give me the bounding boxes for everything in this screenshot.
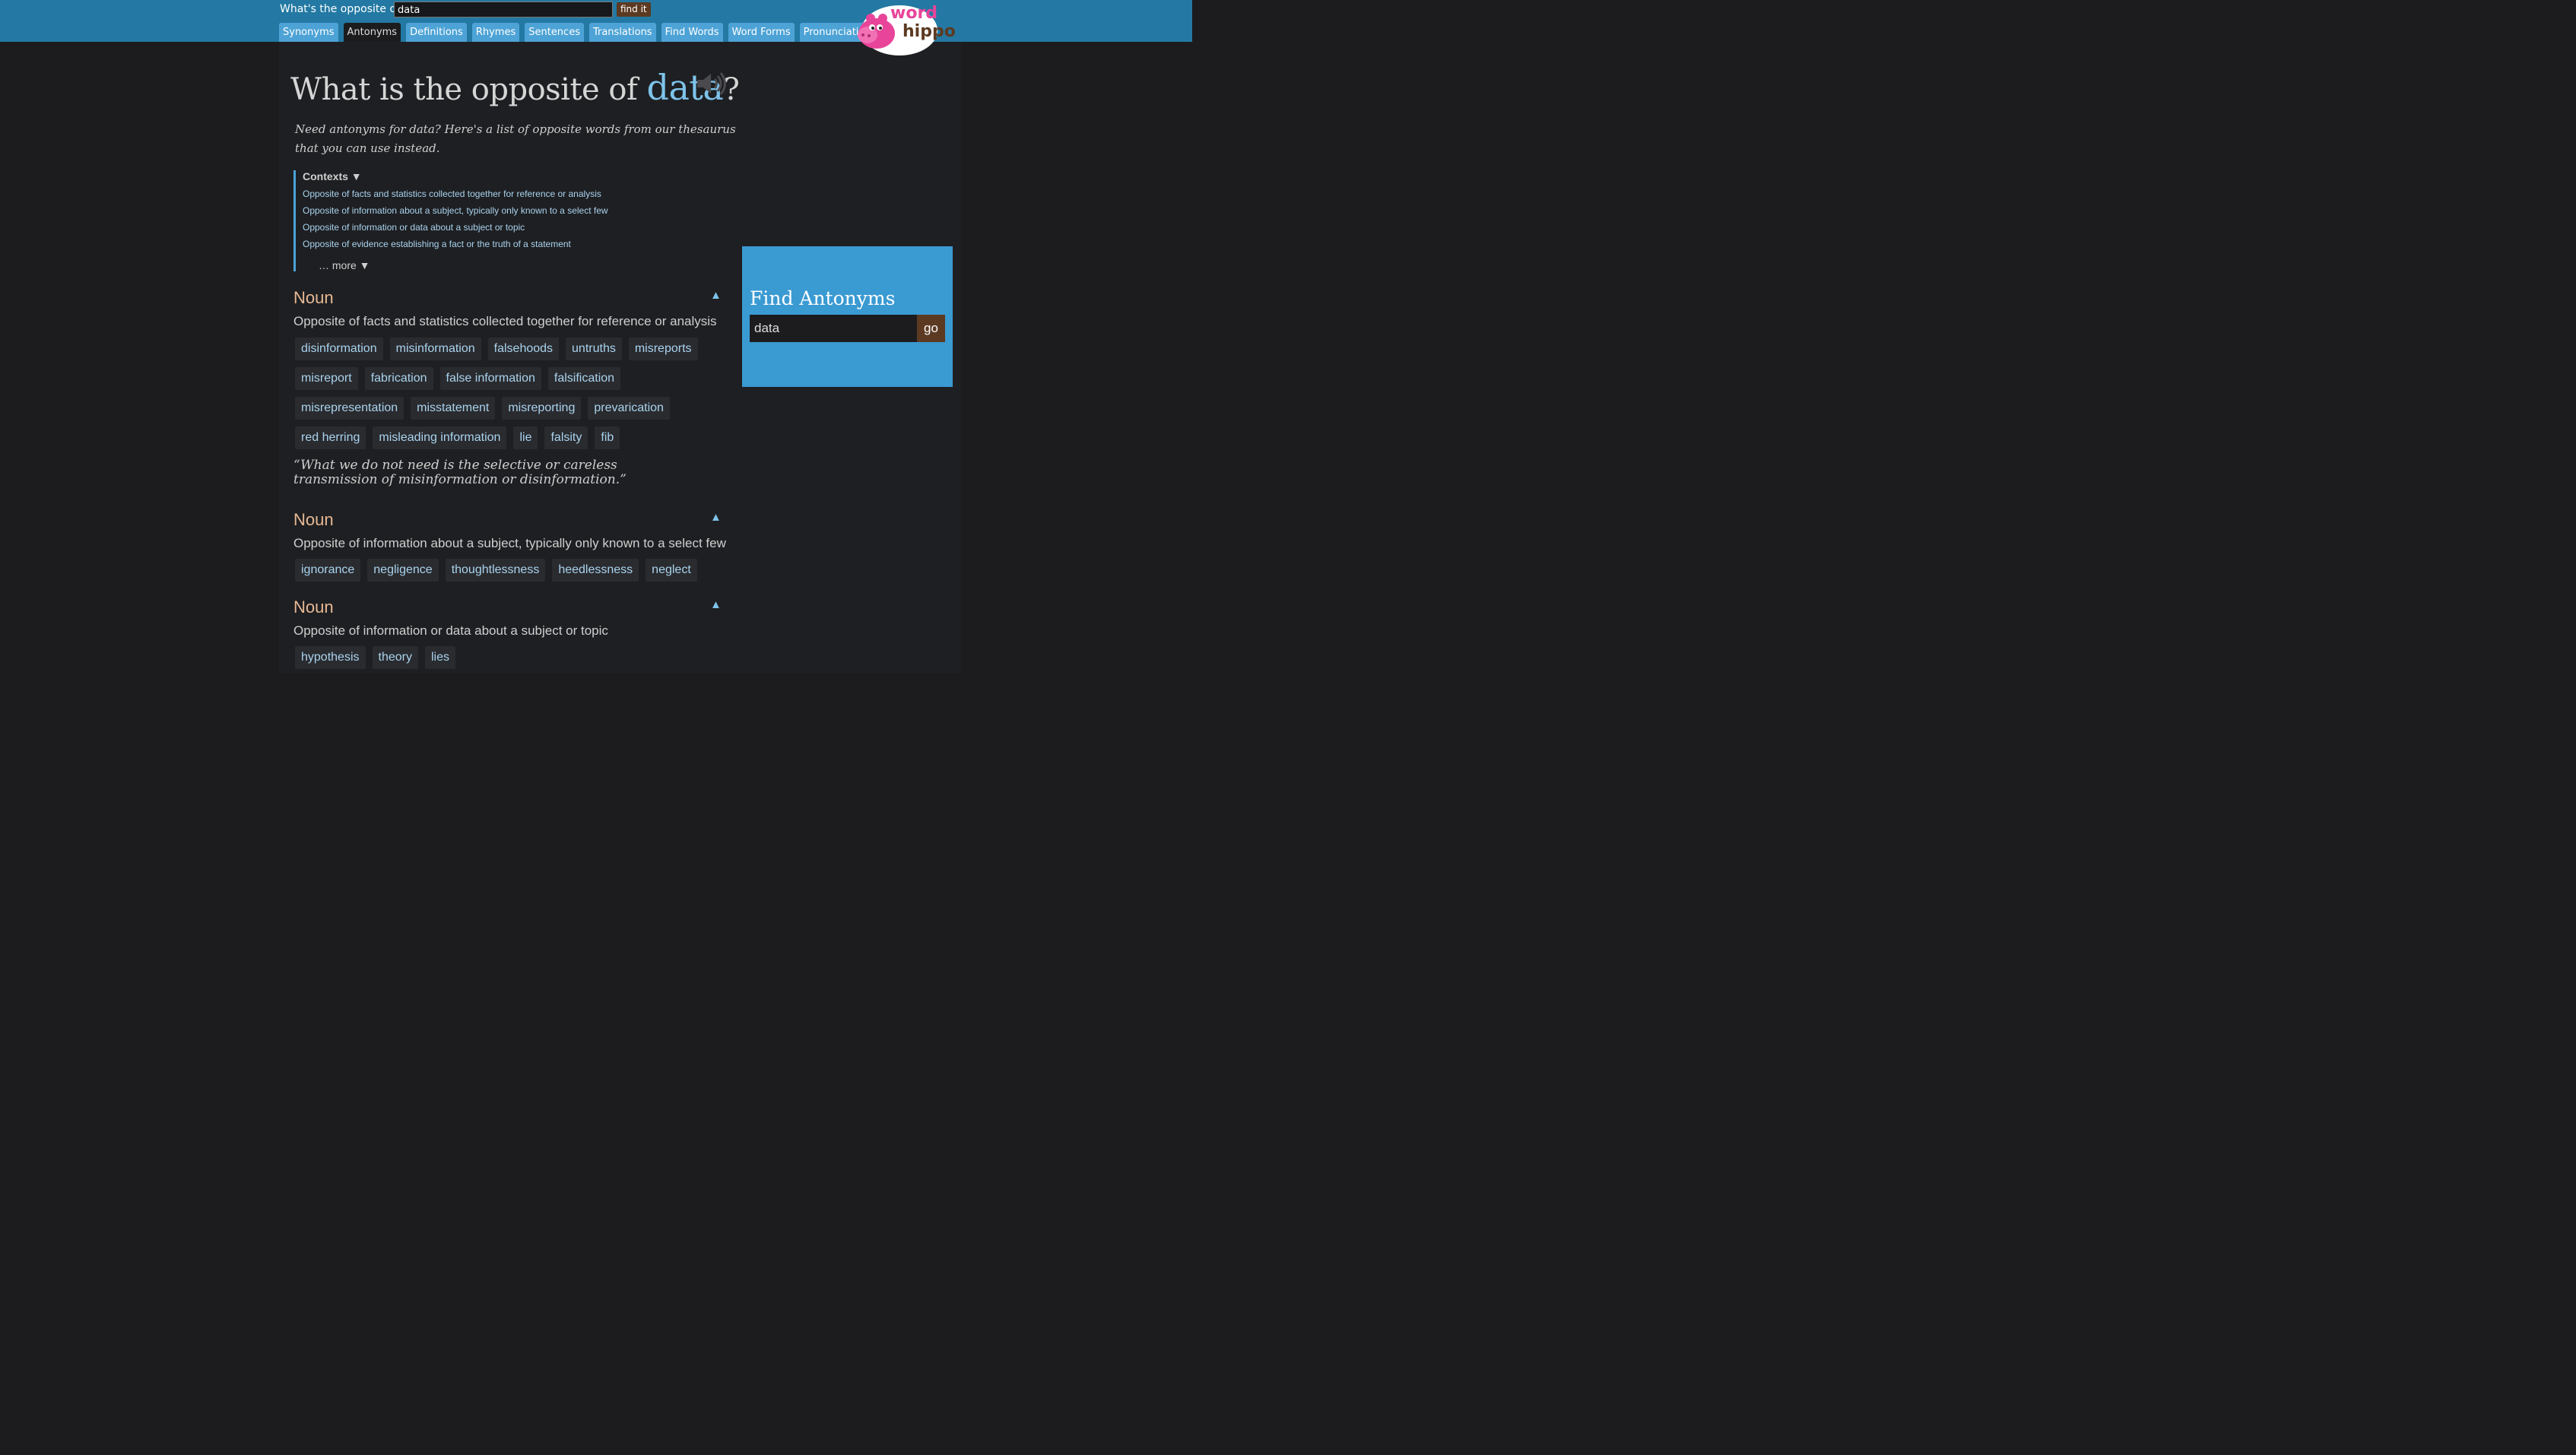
context-link[interactable]: Opposite of information or data about a … bbox=[303, 222, 719, 233]
antonym-chip[interactable]: prevarication bbox=[588, 397, 670, 420]
antonym-list: disinformation misinformation falsehoods un… bbox=[293, 338, 734, 456]
contexts-box: Contexts ▼ Opposite of facts and statist… bbox=[293, 170, 719, 271]
sense-description: Opposite of information or data about a … bbox=[293, 623, 608, 638]
antonym-list: ignorance negligence thoughtlessness heedle… bbox=[293, 559, 734, 588]
antonym-list: hypothesis theory lies bbox=[293, 646, 734, 676]
antonym-chip[interactable]: misrepresentation bbox=[295, 397, 404, 420]
tab-find-words[interactable]: Find Words bbox=[661, 23, 723, 42]
contexts-toggle[interactable]: Contexts ▼ bbox=[303, 170, 719, 182]
context-link[interactable]: Opposite of information about a subject,… bbox=[303, 205, 719, 216]
antonym-chip[interactable]: falsity bbox=[544, 426, 588, 449]
logo-text-hippo: hippo bbox=[903, 22, 956, 41]
context-link[interactable]: Opposite of facts and statistics collect… bbox=[303, 189, 719, 199]
find-it-button[interactable]: find it bbox=[617, 2, 651, 17]
collapse-arrow-icon[interactable]: ▲ bbox=[710, 598, 722, 611]
example-quote: “What we do not need is the selective or… bbox=[293, 458, 627, 487]
search-label: What's the opposite of bbox=[280, 3, 400, 15]
antonym-chip[interactable]: misreporting bbox=[502, 397, 582, 420]
find-antonyms-title: Find Antonyms bbox=[750, 287, 896, 309]
tab-antonyms[interactable]: Antonyms bbox=[343, 23, 401, 42]
antonym-chip[interactable]: misleading information bbox=[373, 426, 507, 449]
collapse-arrow-icon[interactable]: ▲ bbox=[710, 289, 722, 302]
antonym-chip[interactable]: lie bbox=[513, 426, 538, 449]
antonym-chip[interactable]: negligence bbox=[367, 559, 439, 582]
top-bar: What's the opposite of data find it Syno… bbox=[0, 0, 1192, 42]
wordhippo-logo[interactable]: word hippo bbox=[855, 2, 962, 56]
search-input[interactable]: data bbox=[394, 2, 613, 17]
tab-sentences[interactable]: Sentences bbox=[525, 23, 584, 42]
tab-rhymes[interactable]: Rhymes bbox=[471, 23, 520, 42]
page-title: What is the opposite of data? bbox=[290, 67, 740, 108]
nav-tabs: Synonyms Antonyms Definitions Rhymes Sen… bbox=[279, 23, 885, 42]
tab-definitions[interactable]: Definitions bbox=[406, 23, 467, 42]
part-of-speech: Noun bbox=[293, 510, 334, 529]
antonym-chip[interactable]: thoughtlessness bbox=[445, 559, 546, 582]
antonym-chip[interactable]: misreports bbox=[628, 338, 698, 360]
antonym-chip[interactable]: fib bbox=[595, 426, 620, 449]
title-prefix: What is the opposite of bbox=[290, 72, 647, 107]
part-of-speech: Noun bbox=[293, 288, 334, 307]
context-link[interactable]: Opposite of evidence establishing a fact… bbox=[303, 239, 719, 249]
antonym-chip[interactable]: red herring bbox=[295, 426, 366, 449]
antonym-chip[interactable]: theory bbox=[372, 646, 418, 669]
antonym-chip[interactable]: misstatement bbox=[411, 397, 496, 420]
antonym-chip[interactable]: falsification bbox=[547, 367, 621, 390]
antonym-chip[interactable]: hypothesis bbox=[295, 646, 366, 669]
find-antonyms-widget: Find Antonyms data go bbox=[742, 246, 953, 387]
antonym-chip[interactable]: false information bbox=[439, 367, 541, 390]
collapse-arrow-icon[interactable]: ▲ bbox=[710, 511, 722, 524]
sense-description: Opposite of facts and statistics collect… bbox=[293, 314, 717, 328]
logo-text-word: word bbox=[890, 4, 937, 23]
intro-text: Need antonyms for data? Here's a list of… bbox=[295, 122, 736, 155]
antonym-chip[interactable]: untruths bbox=[566, 338, 622, 360]
sense-description: Opposite of information about a subject,… bbox=[293, 536, 726, 550]
antonym-chip[interactable]: lies bbox=[424, 646, 455, 669]
antonym-chip[interactable]: heedlessness bbox=[552, 559, 639, 582]
antonym-chip[interactable]: disinformation bbox=[295, 338, 383, 360]
part-of-speech: Noun bbox=[293, 598, 334, 617]
antonym-chip[interactable]: fabrication bbox=[364, 367, 433, 390]
tab-translations[interactable]: Translations bbox=[588, 23, 656, 42]
antonym-chip[interactable]: ignorance bbox=[295, 559, 361, 582]
antonym-chip[interactable]: neglect bbox=[646, 559, 697, 582]
tab-synonyms[interactable]: Synonyms bbox=[279, 23, 338, 42]
go-button[interactable]: go bbox=[917, 315, 945, 342]
speaker-icon[interactable] bbox=[696, 71, 728, 96]
more-contexts-toggle[interactable]: … more ▼ bbox=[319, 259, 370, 271]
tab-word-forms[interactable]: Word Forms bbox=[728, 23, 795, 42]
antonym-chip[interactable]: falsehoods bbox=[487, 338, 560, 360]
antonym-chip[interactable]: misinformation bbox=[389, 338, 481, 360]
find-antonyms-input[interactable]: data bbox=[750, 315, 918, 342]
antonym-chip[interactable]: misreport bbox=[295, 367, 358, 390]
